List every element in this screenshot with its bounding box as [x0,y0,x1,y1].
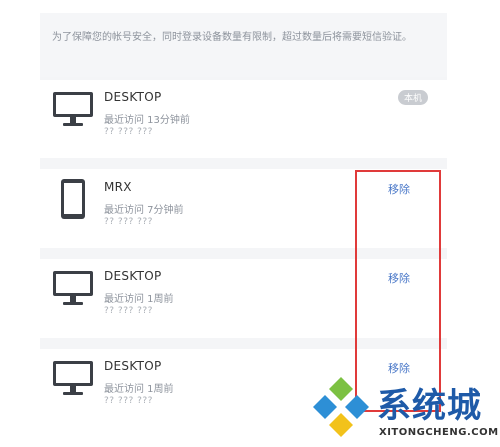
device-name: MRX [104,180,132,194]
watermark: 系统城 XITONGCHENG.COM [305,370,500,447]
security-notice: 为了保障您的帐号安全，同时登录设备数量有限制，超过数量后将需要短信验证。 [40,13,447,77]
device-name: DESKTOP [104,269,162,283]
watermark-subtitle: XITONGCHENG.COM [379,427,499,438]
device-name: DESKTOP [104,359,162,373]
device-ip: ?? ??? ??? [104,306,153,316]
phone-icon [61,179,85,219]
monitor-icon [53,92,93,126]
current-device-badge: 本机 [398,90,429,105]
device-ip: ?? ??? ??? [104,217,153,227]
divider [40,158,447,169]
monitor-icon [53,271,93,305]
device-ip: ?? ??? ??? [104,396,153,406]
device-ip: ?? ??? ??? [104,127,153,137]
device-name: DESKTOP [104,90,162,104]
watermark-title: 系统城 [377,386,482,426]
monitor-icon [53,361,93,395]
device-last-visit: 最近访问 1周前 [104,384,174,395]
device-last-visit: 最近访问 7分钟前 [104,205,184,216]
security-notice-text: 为了保障您的帐号安全，同时登录设备数量有限制，超过数量后将需要短信验证。 [52,32,412,43]
watermark-logo-icon [313,377,369,437]
device-last-visit: 最近访问 13分钟前 [104,115,190,126]
device-item-desktop-current: DESKTOP 最近访问 13分钟前 ?? ??? ??? 本机 [40,80,447,160]
device-last-visit: 最近访问 1周前 [104,294,174,305]
